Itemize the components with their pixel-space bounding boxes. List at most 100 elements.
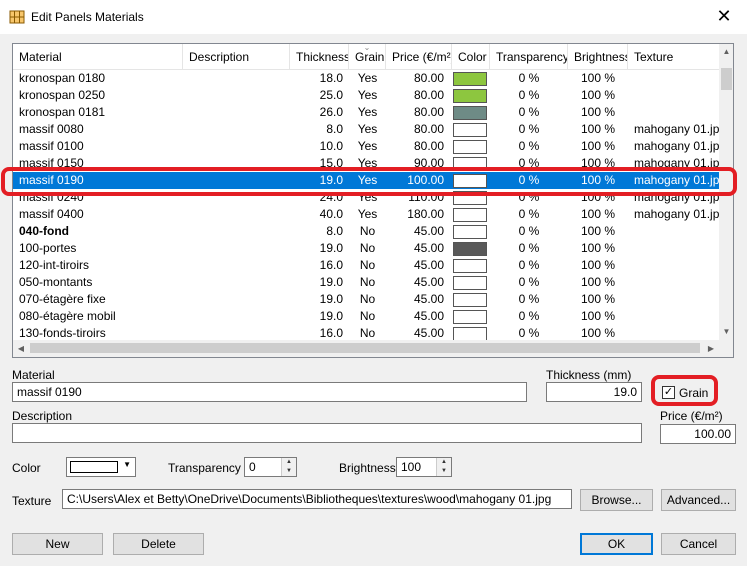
brightness-label: Brightness xyxy=(339,461,396,475)
cell-material: 050-montants xyxy=(19,275,93,289)
cell-brightness: 100 % xyxy=(580,258,616,272)
cell-material: 080-étagère mobil xyxy=(19,309,116,323)
cell-thickness: 19.0 xyxy=(319,309,343,323)
cell-price: 80.00 xyxy=(413,88,444,102)
column-header[interactable]: Material xyxy=(13,44,183,70)
close-icon: ✕ xyxy=(716,5,732,26)
color-swatch xyxy=(453,258,487,273)
ok-button[interactable]: OK xyxy=(580,533,653,555)
spinner-buttons[interactable]: ▲ ▼ xyxy=(281,458,296,476)
table-row[interactable]: 050-montants 19.0 No 45.00 0 % 100 % xyxy=(13,274,719,291)
color-swatch xyxy=(453,309,487,324)
cell-texture xyxy=(628,223,719,240)
cell-description xyxy=(183,138,290,155)
material-input[interactable]: massif 0190 xyxy=(12,382,527,402)
new-button[interactable]: New xyxy=(12,533,103,555)
spin-up-icon[interactable]: ▲ xyxy=(282,458,296,467)
scroll-right-icon[interactable]: ▶ xyxy=(703,340,719,357)
scroll-left-icon[interactable]: ◀ xyxy=(13,340,29,357)
cell-texture: mahogany 01.jpg xyxy=(634,139,719,153)
cell-transparency: 0 % xyxy=(518,139,540,153)
cell-description xyxy=(183,87,290,104)
spin-down-icon[interactable]: ▼ xyxy=(282,467,296,476)
thickness-input[interactable]: 19.0 xyxy=(546,382,642,402)
column-header[interactable]: ⌄ Grain xyxy=(349,44,386,70)
cell-transparency: 0 % xyxy=(518,224,540,238)
table-row[interactable]: massif 0400 40.0 Yes 180.00 0 % 100 % mahogany… xyxy=(13,206,719,223)
brightness-value: 100 xyxy=(401,460,422,474)
cell-price: 45.00 xyxy=(413,292,444,306)
scroll-down-icon[interactable]: ▼ xyxy=(719,324,733,340)
cell-grain: Yes xyxy=(357,207,378,221)
table-row[interactable]: 070-étagère fixe 19.0 No 45.00 0 % 100 % xyxy=(13,291,719,308)
cell-brightness: 100 % xyxy=(580,71,616,85)
cell-thickness: 8.0 xyxy=(326,122,343,136)
cell-thickness: 19.0 xyxy=(319,292,343,306)
thickness-label: Thickness (mm) xyxy=(546,368,632,382)
spinner-buttons[interactable]: ▲ ▼ xyxy=(436,458,451,476)
description-input[interactable] xyxy=(12,423,642,443)
table-row[interactable]: kronospan 0181 26.0 Yes 80.00 0 % 100 % xyxy=(13,104,719,121)
cell-price: 45.00 xyxy=(413,241,444,255)
scroll-up-icon[interactable]: ▲ xyxy=(719,44,733,60)
cell-transparency: 0 % xyxy=(518,88,540,102)
brightness-spinner[interactable]: 100 ▲ ▼ xyxy=(396,457,452,477)
cell-description xyxy=(183,223,290,240)
cell-texture xyxy=(628,291,719,308)
color-picker[interactable]: ▼ xyxy=(66,457,136,477)
color-label: Color xyxy=(12,461,41,475)
texture-path-input[interactable]: C:\Users\Alex et Betty\OneDrive\Document… xyxy=(62,489,572,509)
cell-brightness: 100 % xyxy=(580,309,616,323)
cell-color xyxy=(450,274,490,291)
scroll-thumb[interactable] xyxy=(721,68,732,90)
horizontal-scrollbar[interactable]: ◀ ▶ xyxy=(13,340,719,357)
table-row[interactable]: kronospan 0250 25.0 Yes 80.00 0 % 100 % xyxy=(13,87,719,104)
column-header[interactable]: Transparency xyxy=(490,44,568,70)
spin-up-icon[interactable]: ▲ xyxy=(437,458,451,467)
cell-material: kronospan 0180 xyxy=(19,71,106,85)
cell-grain: Yes xyxy=(357,88,378,102)
cancel-button[interactable]: Cancel xyxy=(661,533,736,555)
cell-color xyxy=(450,104,490,121)
cell-grain: No xyxy=(359,275,376,289)
cell-color xyxy=(450,206,490,223)
column-header[interactable]: Texture xyxy=(628,44,719,70)
column-header[interactable]: Price (€/m²) xyxy=(386,44,452,70)
column-header[interactable]: Color xyxy=(452,44,490,70)
table-row[interactable]: massif 0080 8.0 Yes 80.00 0 % 100 % mahogany 0… xyxy=(13,121,719,138)
table-row[interactable]: kronospan 0180 18.0 Yes 80.00 0 % 100 % xyxy=(13,70,719,87)
spin-down-icon[interactable]: ▼ xyxy=(437,467,451,476)
sort-arrow-icon: ⌄ xyxy=(363,44,371,52)
cell-description xyxy=(183,274,290,291)
cell-brightness: 100 % xyxy=(580,224,616,238)
column-header[interactable]: Description xyxy=(183,44,290,70)
grain-highlight xyxy=(651,375,718,406)
cell-texture: mahogany 01.jpg xyxy=(634,207,719,221)
price-input[interactable]: 100.00 xyxy=(660,424,736,444)
color-swatch xyxy=(453,292,487,307)
cell-grain: No xyxy=(359,258,376,272)
cell-brightness: 100 % xyxy=(580,275,616,289)
cell-grain: Yes xyxy=(357,105,378,119)
close-button[interactable]: ✕ xyxy=(701,0,747,32)
table-row[interactable]: 100-portes 19.0 No 45.00 0 % 100 % xyxy=(13,240,719,257)
table-row[interactable]: 120-int-tiroirs 16.0 No 45.00 0 % 100 % xyxy=(13,257,719,274)
materials-table[interactable]: Material Description Thickness ⌄ Grain P… xyxy=(12,43,734,358)
advanced-button[interactable]: Advanced... xyxy=(661,489,736,511)
browse-button[interactable]: Browse... xyxy=(580,489,653,511)
column-header[interactable]: Brightness xyxy=(568,44,628,70)
column-header[interactable]: Thickness xyxy=(290,44,349,70)
cell-transparency: 0 % xyxy=(518,292,540,306)
table-row[interactable]: 040-fond 8.0 No 45.00 0 % 100 % xyxy=(13,223,719,240)
table-row[interactable]: massif 0100 10.0 Yes 80.00 0 % 100 % mahogany … xyxy=(13,138,719,155)
cell-thickness: 8.0 xyxy=(326,224,343,238)
table-row[interactable]: 080-étagère mobil 19.0 No 45.00 0 % 100 % xyxy=(13,308,719,325)
cell-material: massif 0100 xyxy=(19,139,84,153)
cell-transparency: 0 % xyxy=(518,258,540,272)
cell-description xyxy=(183,206,290,223)
transparency-spinner[interactable]: 0 ▲ ▼ xyxy=(244,457,297,477)
cell-brightness: 100 % xyxy=(580,241,616,255)
texture-label: Texture xyxy=(12,494,52,508)
delete-button[interactable]: Delete xyxy=(113,533,204,555)
scroll-thumb[interactable] xyxy=(30,343,700,353)
